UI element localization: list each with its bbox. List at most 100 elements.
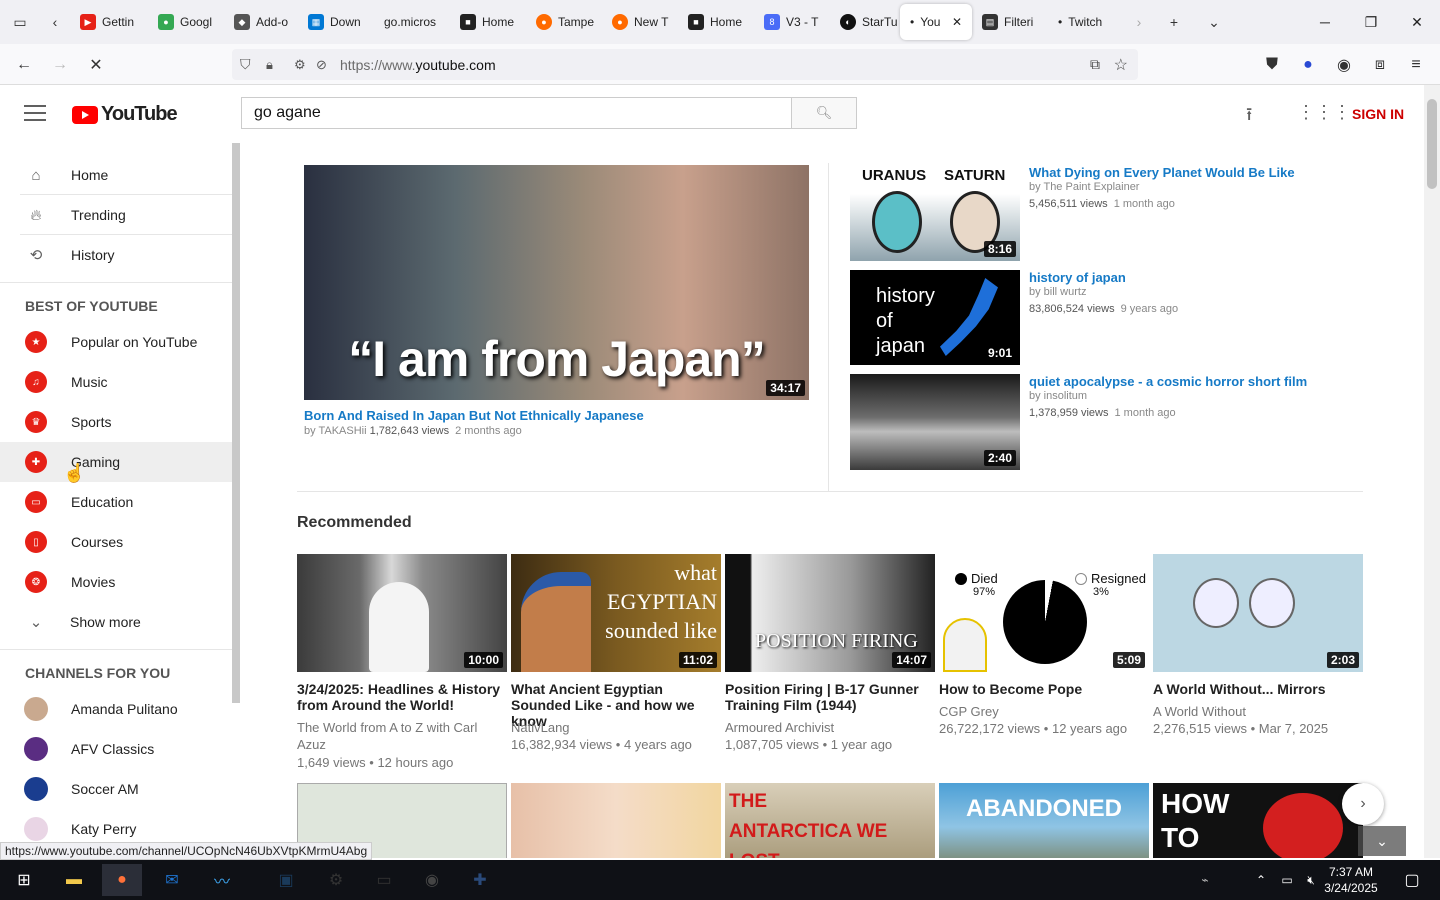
- settings-gear-icon[interactable]: ⚙: [316, 864, 356, 896]
- outlook-icon[interactable]: ✉: [152, 864, 192, 896]
- browser-tab[interactable]: • Twitch: [1048, 4, 1124, 40]
- recommended-thumbnail[interactable]: 10:00: [297, 554, 507, 672]
- notifications-icon[interactable]: ▢: [1392, 864, 1432, 896]
- back-icon[interactable]: ←: [8, 44, 40, 85]
- windows-start-icon[interactable]: ⊞: [4, 864, 44, 896]
- sidebar-channel-item[interactable]: Amanda Pulitano: [0, 689, 232, 729]
- shield-icon[interactable]: ⛉: [240, 56, 251, 73]
- side-video-title[interactable]: What Dying on Every Planet Would Be Like: [1029, 165, 1295, 180]
- sidebar-item-gaming[interactable]: ✚ Gaming: [0, 442, 232, 482]
- wifi-network-icon[interactable]: ▭: [1274, 864, 1300, 896]
- forward-icon[interactable]: →: [44, 44, 76, 85]
- taskbar-app-icon[interactable]: ✚: [460, 864, 500, 896]
- sidebar-channel-item[interactable]: Soccer AM: [0, 769, 232, 809]
- featured-video-thumbnail[interactable]: “I am from Japan” 34:17: [304, 165, 809, 400]
- browser-tab-active[interactable]: • You ✕: [900, 4, 972, 40]
- restore-icon[interactable]: ❐: [1348, 0, 1394, 44]
- sidebar-channel-item[interactable]: AFV Classics: [0, 729, 232, 769]
- sidebar-item-courses[interactable]: ▯ Courses: [0, 522, 232, 562]
- recommended-thumbnail[interactable]: ABANDONED: [939, 783, 1149, 858]
- sidebar-item-trending[interactable]: 🔥︎ Trending: [0, 195, 232, 235]
- recommended-thumbnail[interactable]: 2:03: [1153, 554, 1363, 672]
- tracking-off-icon[interactable]: ⊘: [316, 57, 327, 73]
- browser-tab[interactable]: 8 V3 - T: [754, 4, 830, 40]
- taskbar-app-icon[interactable]: ▭: [364, 864, 404, 896]
- file-explorer-icon[interactable]: ▬: [54, 864, 94, 896]
- recommended-thumbnail[interactable]: Died 97% Resigned 3% 5:09: [939, 554, 1149, 672]
- browser-tab[interactable]: ▤ Filteri: [972, 4, 1048, 40]
- scroll-down-button[interactable]: ⌄: [1358, 826, 1406, 856]
- side-video-thumbnail[interactable]: URANUS SATURN 8:16: [850, 165, 1020, 261]
- recommended-thumbnail[interactable]: what EGYPTIAN sounded like 11:02: [511, 554, 721, 672]
- pocket-icon[interactable]: ⛊: [1258, 44, 1286, 85]
- sidebar-item-home[interactable]: ⌂ Home: [0, 155, 232, 195]
- close-window-icon[interactable]: ✕: [1394, 0, 1440, 44]
- extension-globe-icon[interactable]: ●: [1294, 44, 1322, 85]
- scrollbar-thumb[interactable]: [1427, 99, 1437, 189]
- recommended-video-title[interactable]: A World Without... Mirrors: [1153, 681, 1363, 697]
- sidebar-item-movies[interactable]: ❂ Movies: [0, 562, 232, 602]
- menu-icon[interactable]: ≡: [1402, 44, 1430, 85]
- picture-in-picture-icon[interactable]: ⧉: [1090, 56, 1100, 73]
- list-tabs-chevron-icon[interactable]: ⌄: [1194, 0, 1234, 44]
- recommended-video-channel[interactable]: CGP Grey: [939, 703, 1149, 720]
- sign-in-button[interactable]: SIGN IN: [1352, 106, 1404, 122]
- side-video-title[interactable]: history of japan: [1029, 270, 1126, 285]
- recommended-video-channel[interactable]: Armoured Archivist: [725, 719, 935, 736]
- firefox-icon[interactable]: ●: [102, 864, 142, 896]
- recommended-thumbnail[interactable]: HOW TO KILL A: [1153, 783, 1363, 858]
- browser-tab[interactable]: ▦ Down: [298, 4, 374, 40]
- sidebar-item-history[interactable]: ⟲ History: [0, 235, 232, 275]
- taskbar-app-icon[interactable]: ▣: [266, 864, 306, 896]
- browser-tab[interactable]: go.micros: [374, 4, 450, 40]
- permissions-icon[interactable]: ⚙: [294, 57, 306, 73]
- recommended-video-title[interactable]: Position Firing | B-17 Gunner Training F…: [725, 681, 935, 713]
- recommended-video-channel[interactable]: The World from A to Z with Carl Azuz: [297, 719, 507, 753]
- recommended-thumbnail[interactable]: [511, 783, 721, 858]
- extensions-puzzle-icon[interactable]: ⧈: [1366, 44, 1394, 85]
- browser-tab[interactable]: ● Googl: [148, 4, 224, 40]
- featured-video-title[interactable]: Born And Raised In Japan But Not Ethnica…: [304, 408, 644, 423]
- taskbar-clock[interactable]: 7:37 AM 3/24/2025: [1316, 864, 1386, 896]
- next-shelf-chevron-icon[interactable]: ›: [1342, 783, 1384, 825]
- page-scrollbar[interactable]: [1424, 85, 1440, 858]
- account-icon[interactable]: ◉: [1330, 44, 1358, 85]
- browser-tab[interactable]: ◐ StarTu: [830, 4, 900, 40]
- url-bar[interactable]: ⛉ 🔒︎ ⚙ ⊘ https://www.youtube.com ⧉ ☆: [232, 49, 1138, 80]
- sidebar-scrollbar[interactable]: [232, 143, 240, 703]
- sidebar-item-music[interactable]: ♫ Music: [0, 362, 232, 402]
- close-tab-icon[interactable]: ✕: [952, 15, 962, 29]
- minimize-icon[interactable]: ─: [1302, 0, 1348, 44]
- search-button[interactable]: 🔍︎: [791, 97, 857, 129]
- recommended-video-channel[interactable]: A World Without: [1153, 703, 1363, 720]
- guide-menu-icon[interactable]: [24, 105, 46, 121]
- chrome-icon[interactable]: ◉: [412, 864, 452, 896]
- lock-icon[interactable]: 🔒︎: [266, 57, 273, 73]
- network-icon[interactable]: ⌁: [1190, 864, 1220, 896]
- recommended-video-channel[interactable]: NativLang: [511, 719, 721, 736]
- recommended-thumbnail[interactable]: THE ANTARCTICA WE LOST: [725, 783, 935, 858]
- side-video-thumbnail[interactable]: 2:40: [850, 374, 1020, 470]
- new-tab-icon[interactable]: +: [1154, 0, 1194, 44]
- stop-loading-icon[interactable]: ✕: [80, 44, 112, 85]
- browser-tab[interactable]: ◆ Add-o: [224, 4, 298, 40]
- tabs-scroll-left-icon[interactable]: ‹: [40, 0, 70, 44]
- bookmark-star-icon[interactable]: ☆: [1114, 55, 1128, 75]
- browser-tab[interactable]: ● Tampe: [526, 4, 602, 40]
- tab-overview-icon[interactable]: ▭: [0, 0, 40, 44]
- sidebar-item-sports[interactable]: ♛ Sports: [0, 402, 232, 442]
- side-video-title[interactable]: quiet apocalypse - a cosmic horror short…: [1029, 374, 1307, 389]
- tabs-scroll-right-icon[interactable]: ›: [1124, 0, 1154, 44]
- sidebar-item-education[interactable]: ▭ Education: [0, 482, 232, 522]
- browser-tab[interactable]: ● New T: [602, 4, 678, 40]
- upload-icon[interactable]: ⭱: [1246, 102, 1252, 132]
- side-video-thumbnail[interactable]: history of japan 9:01: [850, 270, 1020, 365]
- youtube-logo[interactable]: YouTube: [72, 103, 178, 126]
- browser-tab[interactable]: ■ Home: [678, 4, 754, 40]
- recommended-thumbnail[interactable]: POSITION FIRING 14:07: [725, 554, 935, 672]
- browser-tab[interactable]: ▶ Gettin: [70, 4, 148, 40]
- show-hidden-icons-chevron-icon[interactable]: ⌃: [1248, 864, 1274, 896]
- app-monitor-icon[interactable]: 〰: [202, 864, 242, 896]
- browser-tab[interactable]: ■ Home: [450, 4, 526, 40]
- show-more-button[interactable]: ⌄ Show more: [0, 602, 232, 642]
